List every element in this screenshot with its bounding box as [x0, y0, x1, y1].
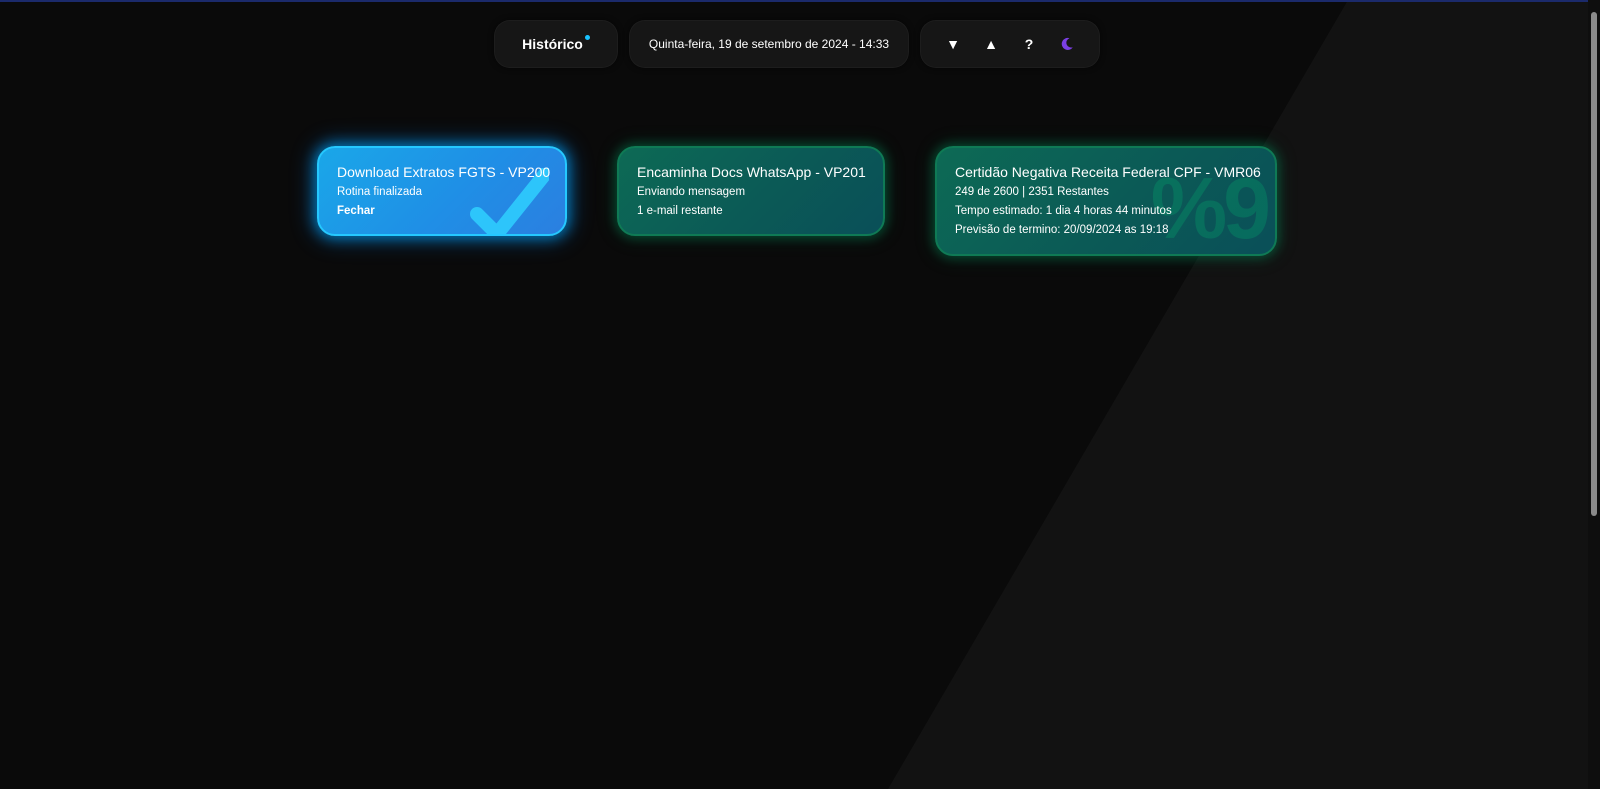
history-button[interactable]: Histórico: [494, 20, 618, 68]
card-status: Enviando mensagem: [637, 186, 746, 198]
card-eta: Tempo estimado: 1 dia 4 horas 44 minutos: [955, 205, 1172, 217]
background-diagonal-panel: [888, 0, 1588, 789]
datetime-display: Quinta-feira, 19 de setembro de 2024 - 1…: [629, 20, 909, 68]
history-label: Histórico: [522, 36, 583, 52]
expand-all-icon[interactable]: ▲: [983, 36, 999, 52]
moon-icon[interactable]: [1059, 37, 1075, 51]
card-title: Download Extratos FGTS - VP200: [337, 164, 551, 180]
close-card-button[interactable]: Fechar: [337, 205, 547, 217]
card-status: Rotina finalizada: [337, 186, 423, 198]
notification-dot: [584, 34, 590, 40]
controls-bar: ▼ ▲ ?: [920, 20, 1100, 68]
moon-icon-graphic: [1061, 37, 1073, 50]
top-border: [0, 0, 1600, 2]
card-detail: 1 e-mail restante: [637, 205, 723, 217]
card-finish-forecast: Previsão de termino: 20/09/2024 as 19:18: [955, 224, 1169, 236]
card-title: Certidão Negativa Receita Federal CPF - …: [955, 164, 1261, 180]
vertical-scrollbar[interactable]: [1588, 0, 1600, 789]
routine-card-running: Encaminha Docs WhatsApp - VP201 Enviando…: [617, 146, 885, 236]
routine-card-completed: Download Extratos FGTS - VP200 Rotina fi…: [317, 146, 567, 236]
datetime-text: Quinta-feira, 19 de setembro de 2024 - 1…: [648, 37, 890, 51]
collapse-all-icon[interactable]: ▼: [945, 36, 961, 52]
card-title: Encaminha Docs WhatsApp - VP201: [637, 164, 866, 180]
routine-card-progress: %9 Certidão Negativa Receita Federal CPF…: [935, 146, 1277, 256]
scrollbar-thumb[interactable]: [1591, 12, 1597, 516]
card-progress: 249 de 2600 | 2351 Restantes: [955, 186, 1109, 198]
help-icon[interactable]: ?: [1021, 36, 1037, 52]
app-root: Histórico Quinta-feira, 19 de setembro d…: [0, 0, 1600, 789]
